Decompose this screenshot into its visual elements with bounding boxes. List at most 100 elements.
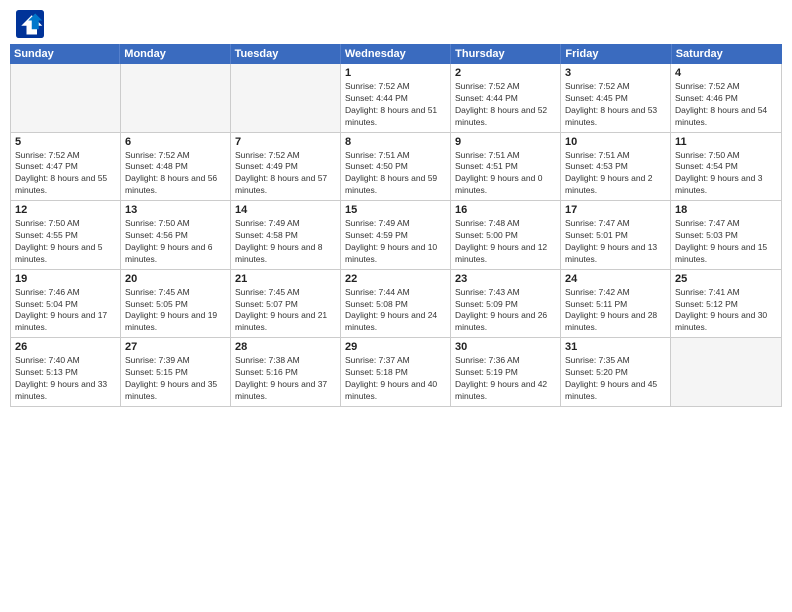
day-number: 6 — [125, 136, 226, 148]
day-cell-8: 8 Sunrise: 7:51 AM Sunset: 4:50 PM Daylig… — [341, 133, 451, 201]
day-number: 18 — [675, 204, 777, 216]
day-info: Sunrise: 7:52 AM Sunset: 4:46 PM Dayligh… — [675, 81, 777, 129]
day-cell-12: 12Sunrise: 7:50 AM Sunset: 4:55 PM Dayli… — [11, 201, 121, 269]
day-cell-2: 2 Sunrise: 7:52 AM Sunset: 4:44 PM Daylig… — [451, 64, 561, 132]
day-info: Sunrise: 7:52 AM Sunset: 4:44 PM Dayligh… — [455, 81, 556, 129]
day-cell-13: 13Sunrise: 7:50 AM Sunset: 4:56 PM Dayli… — [121, 201, 231, 269]
logo-icon — [16, 10, 44, 38]
day-info: Sunrise: 7:45 AM Sunset: 5:07 PM Dayligh… — [235, 287, 336, 335]
day-info: Sunrise: 7:47 AM Sunset: 5:01 PM Dayligh… — [565, 218, 666, 266]
day-cell-6: 6 Sunrise: 7:52 AM Sunset: 4:48 PM Daylig… — [121, 133, 231, 201]
day-number: 19 — [15, 273, 116, 285]
day-cell-1: 1 Sunrise: 7:52 AM Sunset: 4:44 PM Daylig… — [341, 64, 451, 132]
day-info: Sunrise: 7:37 AM Sunset: 5:18 PM Dayligh… — [345, 355, 446, 403]
day-cell-3: 3 Sunrise: 7:52 AM Sunset: 4:45 PM Daylig… — [561, 64, 671, 132]
day-cell-16: 16 Sunrise: 7:48 AM Sunset: 5:00 PM Dayli… — [451, 201, 561, 269]
day-number: 1 — [345, 67, 446, 79]
weekday-header-thursday: Thursday — [451, 44, 561, 64]
day-cell-30: 30Sunrise: 7:36 AM Sunset: 5:19 PM Dayli… — [451, 338, 561, 406]
day-info: Sunrise: 7:36 AM Sunset: 5:19 PM Dayligh… — [455, 355, 556, 403]
day-info: Sunrise: 7:51 AM Sunset: 4:51 PM Dayligh… — [455, 150, 556, 198]
day-number: 12 — [15, 204, 116, 216]
weekday-header-monday: Monday — [120, 44, 230, 64]
day-cell-11: 11 Sunrise: 7:50 AM Sunset: 4:54 PM Dayli… — [671, 133, 781, 201]
day-cell-26: 26 Sunrise: 7:40 AM Sunset: 5:13 PM Dayli… — [11, 338, 121, 406]
day-number: 3 — [565, 67, 666, 79]
empty-cell — [11, 64, 121, 132]
day-cell-10: 10 Sunrise: 7:51 AM Sunset: 4:53 PM Dayli… — [561, 133, 671, 201]
day-info: Sunrise: 7:42 AM Sunset: 5:11 PM Dayligh… — [565, 287, 666, 335]
day-number: 25 — [675, 273, 777, 285]
calendar: SundayMondayTuesdayWednesdayThursdayFrid… — [0, 44, 792, 612]
day-number: 20 — [125, 273, 226, 285]
day-number: 26 — [15, 341, 116, 353]
day-info: Sunrise: 7:52 AM Sunset: 4:44 PM Dayligh… — [345, 81, 446, 129]
day-cell-17: 17 Sunrise: 7:47 AM Sunset: 5:01 PM Dayli… — [561, 201, 671, 269]
day-info: Sunrise: 7:40 AM Sunset: 5:13 PM Dayligh… — [15, 355, 116, 403]
day-cell-23: 23Sunrise: 7:43 AM Sunset: 5:09 PM Dayli… — [451, 270, 561, 338]
weekday-header-sunday: Sunday — [10, 44, 120, 64]
day-info: Sunrise: 7:50 AM Sunset: 4:56 PM Dayligh… — [125, 218, 226, 266]
day-number: 8 — [345, 136, 446, 148]
day-cell-25: 25 Sunrise: 7:41 AM Sunset: 5:12 PM Dayli… — [671, 270, 781, 338]
day-cell-28: 28Sunrise: 7:38 AM Sunset: 5:16 PM Dayli… — [231, 338, 341, 406]
day-info: Sunrise: 7:50 AM Sunset: 4:54 PM Dayligh… — [675, 150, 777, 198]
calendar-row-2: 5 Sunrise: 7:52 AM Sunset: 4:47 PM Daylig… — [11, 133, 781, 202]
calendar-row-4: 19Sunrise: 7:46 AM Sunset: 5:04 PM Dayli… — [11, 270, 781, 339]
day-number: 11 — [675, 136, 777, 148]
day-cell-22: 22Sunrise: 7:44 AM Sunset: 5:08 PM Dayli… — [341, 270, 451, 338]
day-cell-21: 21Sunrise: 7:45 AM Sunset: 5:07 PM Dayli… — [231, 270, 341, 338]
day-number: 28 — [235, 341, 336, 353]
day-info: Sunrise: 7:48 AM Sunset: 5:00 PM Dayligh… — [455, 218, 556, 266]
day-cell-4: 4 Sunrise: 7:52 AM Sunset: 4:46 PM Daylig… — [671, 64, 781, 132]
day-number: 10 — [565, 136, 666, 148]
day-info: Sunrise: 7:52 AM Sunset: 4:47 PM Dayligh… — [15, 150, 116, 198]
empty-cell — [231, 64, 341, 132]
day-number: 27 — [125, 341, 226, 353]
day-number: 17 — [565, 204, 666, 216]
day-cell-29: 29 Sunrise: 7:37 AM Sunset: 5:18 PM Dayli… — [341, 338, 451, 406]
logo — [16, 10, 48, 38]
day-info: Sunrise: 7:52 AM Sunset: 4:48 PM Dayligh… — [125, 150, 226, 198]
day-info: Sunrise: 7:51 AM Sunset: 4:53 PM Dayligh… — [565, 150, 666, 198]
day-info: Sunrise: 7:41 AM Sunset: 5:12 PM Dayligh… — [675, 287, 777, 335]
day-number: 4 — [675, 67, 777, 79]
day-info: Sunrise: 7:35 AM Sunset: 5:20 PM Dayligh… — [565, 355, 666, 403]
day-number: 23 — [455, 273, 556, 285]
day-info: Sunrise: 7:47 AM Sunset: 5:03 PM Dayligh… — [675, 218, 777, 266]
day-cell-18: 18 Sunrise: 7:47 AM Sunset: 5:03 PM Dayli… — [671, 201, 781, 269]
calendar-rows: 1 Sunrise: 7:52 AM Sunset: 4:44 PM Daylig… — [11, 64, 781, 406]
day-number: 24 — [565, 273, 666, 285]
day-info: Sunrise: 7:45 AM Sunset: 5:05 PM Dayligh… — [125, 287, 226, 335]
empty-cell — [671, 338, 781, 406]
day-number: 14 — [235, 204, 336, 216]
day-number: 22 — [345, 273, 446, 285]
day-cell-14: 14 Sunrise: 7:49 AM Sunset: 4:58 PM Dayli… — [231, 201, 341, 269]
header — [0, 0, 792, 44]
day-info: Sunrise: 7:52 AM Sunset: 4:45 PM Dayligh… — [565, 81, 666, 129]
weekday-header-wednesday: Wednesday — [341, 44, 451, 64]
day-number: 7 — [235, 136, 336, 148]
day-info: Sunrise: 7:51 AM Sunset: 4:50 PM Dayligh… — [345, 150, 446, 198]
day-cell-27: 27Sunrise: 7:39 AM Sunset: 5:15 PM Dayli… — [121, 338, 231, 406]
day-number: 2 — [455, 67, 556, 79]
calendar-body: 1 Sunrise: 7:52 AM Sunset: 4:44 PM Daylig… — [10, 64, 782, 407]
day-cell-31: 31 Sunrise: 7:35 AM Sunset: 5:20 PM Dayli… — [561, 338, 671, 406]
calendar-row-3: 12Sunrise: 7:50 AM Sunset: 4:55 PM Dayli… — [11, 201, 781, 270]
weekday-header-tuesday: Tuesday — [231, 44, 341, 64]
calendar-header: SundayMondayTuesdayWednesdayThursdayFrid… — [10, 44, 782, 64]
day-cell-9: 9Sunrise: 7:51 AM Sunset: 4:51 PM Daylig… — [451, 133, 561, 201]
day-number: 15 — [345, 204, 446, 216]
calendar-row-1: 1 Sunrise: 7:52 AM Sunset: 4:44 PM Daylig… — [11, 64, 781, 133]
day-number: 29 — [345, 341, 446, 353]
day-number: 31 — [565, 341, 666, 353]
day-info: Sunrise: 7:49 AM Sunset: 4:59 PM Dayligh… — [345, 218, 446, 266]
weekday-header-saturday: Saturday — [672, 44, 782, 64]
day-number: 16 — [455, 204, 556, 216]
day-cell-5: 5 Sunrise: 7:52 AM Sunset: 4:47 PM Daylig… — [11, 133, 121, 201]
calendar-row-5: 26 Sunrise: 7:40 AM Sunset: 5:13 PM Dayli… — [11, 338, 781, 406]
day-cell-19: 19Sunrise: 7:46 AM Sunset: 5:04 PM Dayli… — [11, 270, 121, 338]
day-cell-20: 20 Sunrise: 7:45 AM Sunset: 5:05 PM Dayli… — [121, 270, 231, 338]
day-number: 5 — [15, 136, 116, 148]
day-info: Sunrise: 7:49 AM Sunset: 4:58 PM Dayligh… — [235, 218, 336, 266]
